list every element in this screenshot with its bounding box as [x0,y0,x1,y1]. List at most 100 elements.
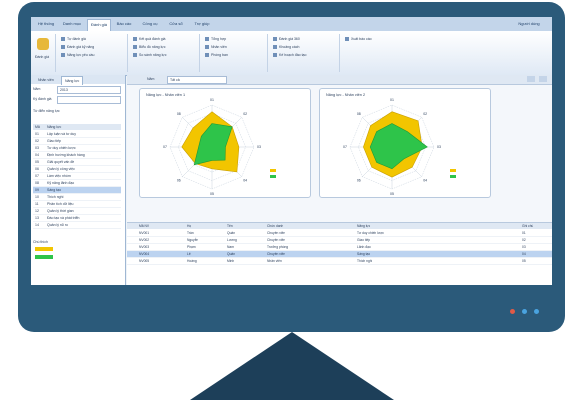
skill-list-item[interactable]: 06 Quản lý công việc [33,166,121,173]
skill-list-item[interactable]: 08 Kỹ năng lãnh đạo [33,180,121,187]
gap-button[interactable]: Khoảng cách [273,44,299,50]
table-cell: Tư duy chiến lược [357,231,384,235]
tab-system[interactable]: Hệ thống [35,19,57,29]
grid-col-skill: Năng lực [357,224,371,228]
radar-axis-label: 06 [357,178,361,182]
radar-axis-label: 04 [423,178,427,182]
building-icon [205,53,209,58]
table-cell: 01 [522,231,526,235]
tab-skills[interactable]: Năng lực [61,76,84,85]
employee-grid: Mã NV Họ Tên Chức danh Năng lực Ghi chú … [127,222,552,285]
tab-report[interactable]: Báo cáo [113,19,135,29]
skill-list-item[interactable]: 02 Giao tiếp [33,138,121,145]
radar-axis-label: 03 [437,145,441,149]
skill-evaluation-button[interactable]: Đánh giá kỹ năng [61,44,94,50]
tab-evaluation[interactable]: Đánh giá [87,19,111,31]
period-select[interactable] [57,96,121,104]
skill-chart-button[interactable]: Biểu đồ năng lực [133,44,165,50]
skill-name: Đào tạo và phát triển [47,216,80,220]
table-row[interactable]: NV005 Hoàng Minh Nhân viên Thích nghi 05 [127,258,552,265]
table-cell: 04 [522,252,526,256]
skill-list-item[interactable]: 11 Phân tích dữ liệu [33,201,121,208]
table-cell: 02 [522,238,526,242]
skill-code: 08 [35,181,39,185]
skill-list-item[interactable]: 14 Quản lý rủi ro [33,222,121,229]
required-skill-button[interactable]: Năng lực yêu cầu [61,52,94,58]
skill-code: 09 [35,188,39,192]
main-toolbar: Năm Tất cả [127,75,552,85]
table-cell: Minh [227,259,235,263]
table-cell: 03 [522,245,526,249]
tab-help[interactable]: Trợ giúp [191,19,213,29]
skill-code: 03 [35,146,39,150]
tab-window[interactable]: Cửa sổ [165,19,187,29]
document-icon [61,45,65,50]
skill-list-item[interactable]: 13 Đào tạo và phát triển [33,215,121,222]
year-select[interactable]: 2013 [57,86,121,94]
radar-axis-label: 03 [257,145,261,149]
refresh-icon[interactable] [527,76,535,82]
print-icon[interactable] [539,76,547,82]
skill-list-item[interactable]: 03 Tư duy chiến lược [33,145,121,152]
table-cell: NV005 [139,259,150,263]
ribbon-group-5: Xuất báo cáo [341,34,391,72]
skill-code: 11 [35,202,39,206]
skill-code: 14 [35,223,39,227]
self-evaluation-button[interactable]: Tự đánh giá [61,36,86,42]
col-name-header: Năng lực [47,125,62,129]
table-row[interactable]: NV003 Phạm Nam Trưởng phòng Lãnh đạo 03 [127,244,552,251]
skill-code: 07 [35,174,39,178]
radar-axis-label: 01 [210,98,214,102]
compare-skill-button[interactable]: So sánh năng lực [133,52,166,58]
skill-name: Sáng tạo [47,188,62,192]
radar-chart-2: 01 02 03 04 05 06 07 08 [343,98,456,196]
legend-swatch [450,175,456,178]
evaluation-result-button[interactable]: Kết quả đánh giá [133,36,165,42]
skill-list-item[interactable]: 07 Làm việc nhóm [33,173,121,180]
grid-col-note: Ghi chú [522,224,534,228]
status-dot-blue [522,309,527,314]
training-plan-button[interactable]: Kế hoạch đào tạo [273,52,306,58]
employee-button[interactable]: Nhân viên [205,44,227,50]
table-cell: 05 [522,259,526,263]
tab-tools[interactable]: Công cụ [139,19,161,29]
skill-name: Quản lý rủi ro [47,223,69,227]
grid-header: Mã NV Họ Tên Chức danh Năng lực Ghi chú [127,223,552,229]
table-cell: Chuyên viên [267,238,286,242]
status-dots [510,309,539,314]
radar-chart-1: 01 02 03 04 05 06 07 08 [163,98,276,196]
table-row[interactable]: NV001 Trần Quân Chuyên viên Tư duy chiến lượ… [127,230,552,237]
evaluation-button[interactable]: Đánh giá [35,54,49,60]
year-label: Năm [33,87,41,91]
grid-col-lastname: Họ [187,224,192,228]
radar-axis-label: 04 [243,178,247,182]
evaluation-360-button[interactable]: Đánh giá 360 [273,36,300,42]
skill-name: Giao tiếp [47,139,62,143]
skill-name: Kỹ năng lãnh đạo [47,181,75,185]
summary-button[interactable]: Tổng hợp [205,36,226,42]
table-cell: Quân [227,231,236,235]
table-cell: Nam [227,245,234,249]
skill-list-item[interactable]: 01 Lập luận và tư duy [33,131,121,138]
skill-list-item[interactable]: 10 Thích nghi [33,194,121,201]
table-row[interactable]: NV004 Lê Quân Chuyên viên Sáng tạo 04 [127,251,552,258]
skill-list-header: Mã Năng lực [33,124,121,130]
chart-icon [133,45,137,50]
filter-select[interactable]: Tất cả [167,76,227,84]
col-code-header: Mã [35,125,40,129]
skill-code: 05 [35,160,39,164]
skill-list-item[interactable]: 05 Giải quyết vấn đề [33,159,121,166]
skill-list-item[interactable]: 04 Định hướng khách hàng [33,152,121,159]
export-report-button[interactable]: Xuất báo cáo [345,36,372,42]
radar-axis-label: 08 [357,112,361,116]
department-button[interactable]: Phòng ban [205,52,228,58]
skill-list-item[interactable]: 12 Quản lý thời gian [33,208,121,215]
radar-axis-label: 02 [423,112,427,116]
filter-label: Năm [147,77,155,81]
tab-employees[interactable]: Nhân viên [35,76,57,84]
tab-catalog[interactable]: Danh mục [61,19,83,29]
document-icon [61,53,65,58]
table-cell: Lãnh đạo [357,245,371,249]
skill-list-item[interactable]: 09 Sáng tạo [33,187,121,194]
table-row[interactable]: NV002 Nguyễn Lương Chuyên viên Giao tiếp 02 [127,237,552,244]
